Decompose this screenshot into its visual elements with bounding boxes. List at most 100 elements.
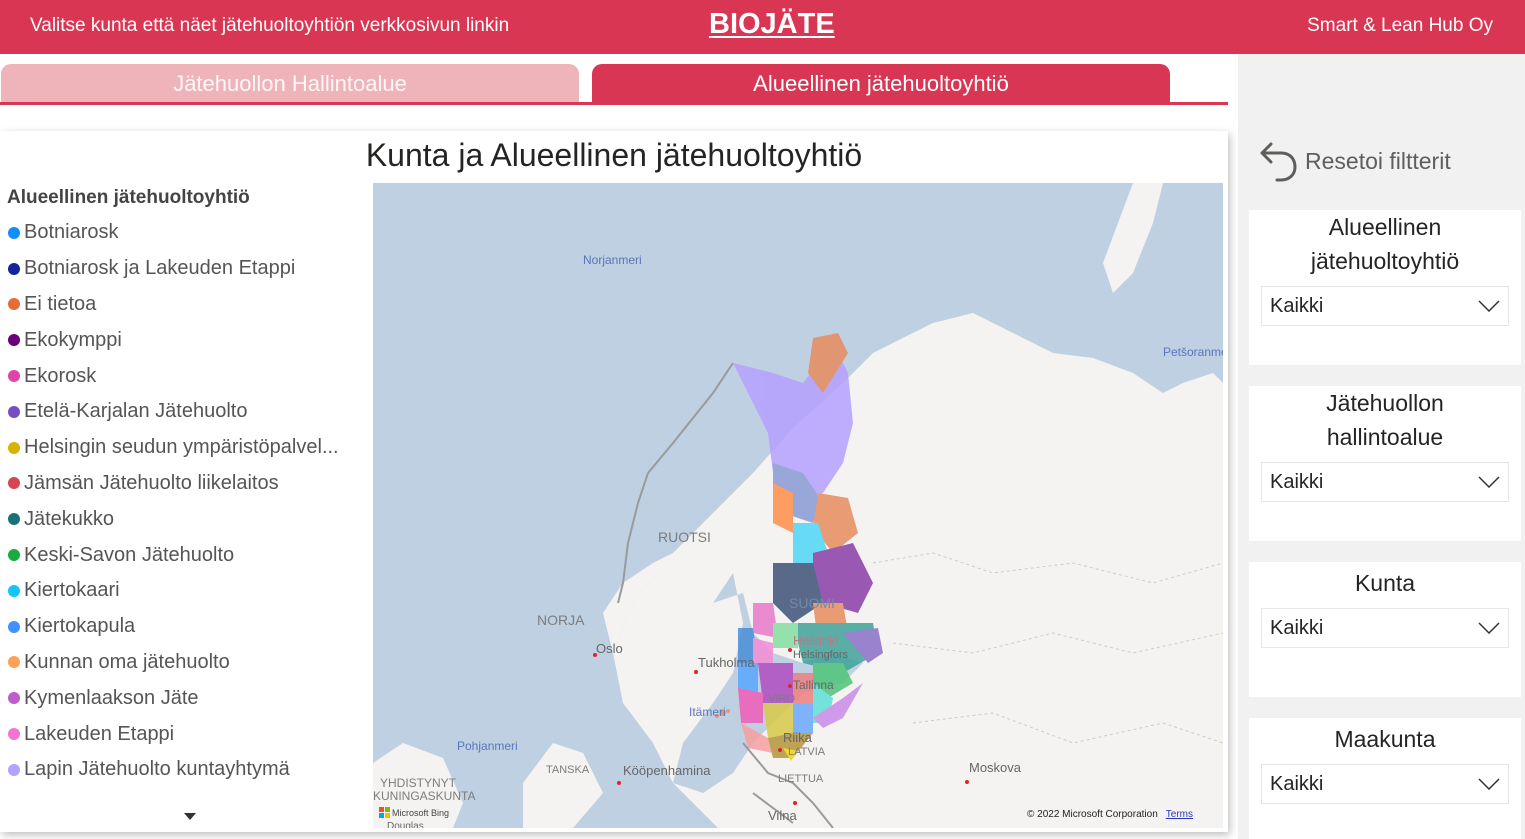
legend-item-label: Jämsän Jätehuolto liikelaitos — [24, 471, 279, 494]
map-label-itameri: Itämeri — [689, 705, 726, 719]
legend-scroll-down-icon[interactable] — [184, 813, 196, 820]
map-label-ruotsi: RUOTSI — [658, 529, 711, 545]
map-label-vilna: Vilna — [768, 808, 797, 823]
map-label-yhdistynyt-kuningaskunta: YHDISTYNYT KUNINGASKUNTA — [373, 776, 476, 803]
legend-item-label: Ei tietoa — [24, 292, 97, 315]
legend-item[interactable]: Ekorosk — [8, 358, 363, 394]
map-label-helsingfors: Helsingfors — [793, 649, 849, 661]
legend-item[interactable]: Lakeuden Etappi — [8, 716, 363, 752]
company-name: Smart & Lean Hub Oy — [1307, 15, 1493, 36]
chevron-down-icon — [1478, 778, 1500, 790]
legend-item[interactable]: Botniarosk — [8, 215, 363, 251]
slicer-dropdown[interactable]: Kaikki — [1261, 462, 1509, 502]
legend-item-label: Lapin Jätehuolto kuntayhtymä — [24, 758, 290, 781]
city-marker-tallinna — [788, 684, 792, 688]
terms-link[interactable]: Terms — [1166, 809, 1193, 820]
legend-item[interactable]: Ei tietoa — [8, 287, 363, 323]
reset-filters-button[interactable]: Resetoi filtterit — [1257, 138, 1451, 184]
legend-item-label: Botniarosk — [24, 221, 119, 244]
map[interactable]: Norjanmeri Petšoranmeri Itämeri Pohjanme… — [373, 183, 1223, 828]
tab-jatehuollon-hallintoalue[interactable]: Jätehuollon Hallintoalue — [1, 64, 579, 103]
legend-item[interactable]: Jämsän Jätehuolto liikelaitos — [8, 466, 363, 502]
map-label-tallinna: Tallinna — [793, 678, 834, 692]
slicer-dropdown[interactable]: Kaikki — [1261, 764, 1509, 804]
map-copyright: © 2022 Microsoft Corporation Terms — [1027, 809, 1193, 820]
slicer-dropdown[interactable]: Kaikki — [1261, 608, 1509, 648]
legend-item[interactable]: Kunnan oma jätehuolto — [8, 645, 363, 681]
slicer-dropdown[interactable]: Kaikki — [1261, 286, 1509, 326]
map-label-liettua: LIETTUA — [778, 773, 824, 785]
legend-item[interactable]: Keski-Savon Jätehuolto — [8, 537, 363, 573]
land-denmark — [523, 743, 603, 828]
legend-item[interactable]: Kiertokaari — [8, 573, 363, 609]
legend-item[interactable]: Jätekukko — [8, 501, 363, 537]
legend-item-label: Lakeuden Etappi — [24, 722, 175, 745]
brand-title[interactable]: BIOJÄTE — [709, 8, 835, 41]
map-label-moskova: Moskova — [969, 760, 1022, 775]
legend-item[interactable]: Kiertokapula — [8, 609, 363, 645]
slicer-value: Kaikki — [1270, 772, 1324, 795]
legend-title: Alueellinen jätehuoltoyhtiö — [7, 187, 250, 208]
legend-item-label: Kymenlaakson Jäte — [24, 686, 199, 709]
header-hint: Valitse kunta että näet jätehuoltoyhtiön… — [30, 15, 510, 36]
city-marker-tukholma — [694, 670, 698, 674]
slicer-value: Kaikki — [1270, 616, 1324, 639]
legend-item-label: Keski-Savon Jätehuolto — [24, 543, 235, 566]
bing-label: Microsoft Bing — [392, 807, 450, 818]
map-label-norja: NORJA — [537, 612, 585, 628]
city-marker-koopenhamina — [617, 781, 621, 785]
legend-item-label: Helsingin seudun ympäristöpalvel... — [24, 436, 339, 459]
legend-list: Botniarosk Botniarosk ja Lakeuden Etappi E… — [8, 215, 363, 788]
map-label-oslo: Oslo — [596, 641, 623, 656]
slicer-title: Alueellinen jätehuoltoyhtiö — [1310, 214, 1460, 274]
legend-item-label: Etelä-Karjalan Jätehuolto — [24, 400, 248, 423]
land-novaya — [1103, 183, 1163, 293]
map-label-tukholma: Tukholma — [698, 655, 755, 670]
map-label-suomi: SUOMI — [789, 595, 835, 611]
legend-color-dot-icon — [8, 728, 20, 741]
legend-color-dot-icon — [8, 549, 20, 562]
legend-item-label: Botniarosk ja Lakeuden Etappi — [24, 257, 296, 280]
legend-color-dot-icon — [8, 226, 20, 239]
reset-filters-label: Resetoi filtterit — [1305, 147, 1451, 174]
microsoft-logo-icon — [379, 807, 390, 818]
legend-color-dot-icon — [8, 513, 20, 526]
legend-item[interactable]: Ekokymppi — [8, 322, 363, 358]
map-label-petsoranmeri: Petšoranmeri — [1163, 345, 1223, 359]
slicer-title: Maakunta — [1334, 726, 1436, 752]
legend-item[interactable]: Kymenlaakson Jäte — [8, 680, 363, 716]
copyright-text: © 2022 Microsoft Corporation — [1027, 809, 1158, 820]
tab-alueellinen-jatehuoltoyhtio[interactable]: Alueellinen jätehuoltoyhtiö — [592, 64, 1170, 103]
map-label-helsinki: Helsinki — [793, 633, 839, 648]
legend-color-dot-icon — [8, 441, 20, 454]
legend-item[interactable]: Botniarosk ja Lakeuden Etappi — [8, 251, 363, 287]
visual-title: Kunta ja Alueellinen jätehuoltoyhtiö — [365, 137, 863, 173]
bing-attribution: Microsoft Bing — [379, 807, 449, 818]
map-label-viro: VIRO — [768, 693, 795, 705]
legend-color-dot-icon — [8, 262, 20, 275]
map-label-tanska: TANSKA — [546, 764, 590, 776]
header-bar: Valitse kunta että näet jätehuoltoyhtiön… — [0, 0, 1525, 54]
legend-item-label: Ekokymppi — [24, 328, 122, 351]
tab-underline — [0, 102, 1228, 105]
legend-item[interactable]: Lapin Jätehuolto kuntayhtymä — [8, 752, 363, 788]
legend-color-dot-icon — [8, 370, 20, 383]
legend-color-dot-icon — [8, 405, 20, 418]
legend-color-dot-icon — [8, 584, 20, 597]
city-marker-moskova — [965, 780, 969, 784]
chevron-down-icon — [1478, 476, 1500, 488]
legend-color-dot-icon — [8, 298, 20, 311]
legend-item-label: Kiertokapula — [24, 615, 136, 638]
slicer-value: Kaikki — [1270, 470, 1324, 493]
map-label-norjanmeri: Norjanmeri — [583, 253, 642, 267]
legend-color-dot-icon — [8, 656, 20, 669]
legend-item[interactable]: Helsingin seudun ympäristöpalvel... — [8, 430, 363, 466]
legend-item-label: Jätekukko — [24, 507, 115, 530]
city-marker-helsinki — [788, 648, 792, 652]
legend-item[interactable]: Etelä-Karjalan Jätehuolto — [8, 394, 363, 430]
undo-arrow-icon — [1260, 142, 1297, 182]
slicer-value: Kaikki — [1270, 294, 1324, 317]
map-label-pohjanmeri: Pohjanmeri — [457, 739, 518, 753]
slicer-kunta: Kunta Kaikki — [1249, 562, 1521, 697]
map-visual: Kunta ja Alueellinen jätehuoltoyhtiö Alu… — [0, 131, 1228, 832]
